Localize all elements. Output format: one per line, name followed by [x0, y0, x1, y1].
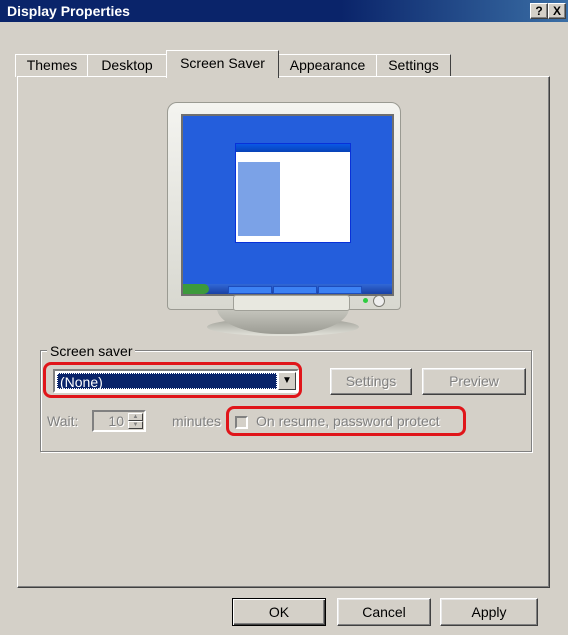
close-button[interactable]: X [548, 3, 566, 19]
preview-start-button [183, 284, 209, 294]
annotation-select-highlight [43, 362, 302, 398]
help-button[interactable]: ? [530, 3, 548, 19]
tab-settings[interactable]: Settings [376, 54, 451, 77]
tab-desktop[interactable]: Desktop [87, 54, 167, 77]
tab-screen-saver[interactable]: Screen Saver [166, 50, 279, 78]
ok-button[interactable]: OK [232, 598, 326, 626]
preview-button[interactable]: Preview [422, 368, 526, 395]
tab-appearance[interactable]: Appearance [278, 54, 377, 77]
window-title: Display Properties [7, 3, 130, 19]
minutes-label: minutes [172, 413, 222, 429]
annotation-password-highlight [226, 406, 466, 436]
cancel-button[interactable]: Cancel [337, 598, 431, 626]
preview-screen [181, 114, 394, 296]
preview-window [235, 143, 351, 243]
spin-up-icon[interactable]: ▲ [128, 413, 143, 421]
wait-label: Wait: [47, 413, 79, 429]
monitor-vent [233, 295, 350, 311]
preview-taskbar [183, 284, 392, 294]
settings-button[interactable]: Settings [330, 368, 412, 395]
wait-stepper[interactable]: 10 ▲ ▼ [92, 410, 146, 432]
title-bar: Display Properties ? X [0, 0, 568, 22]
wait-value: 10 [108, 413, 124, 429]
power-led [363, 298, 368, 303]
screen-saver-group-label: Screen saver [47, 343, 136, 359]
apply-button[interactable]: Apply [440, 598, 538, 626]
power-button-icon [373, 295, 385, 307]
tab-themes[interactable]: Themes [15, 54, 89, 77]
spin-down-icon[interactable]: ▼ [128, 421, 143, 429]
